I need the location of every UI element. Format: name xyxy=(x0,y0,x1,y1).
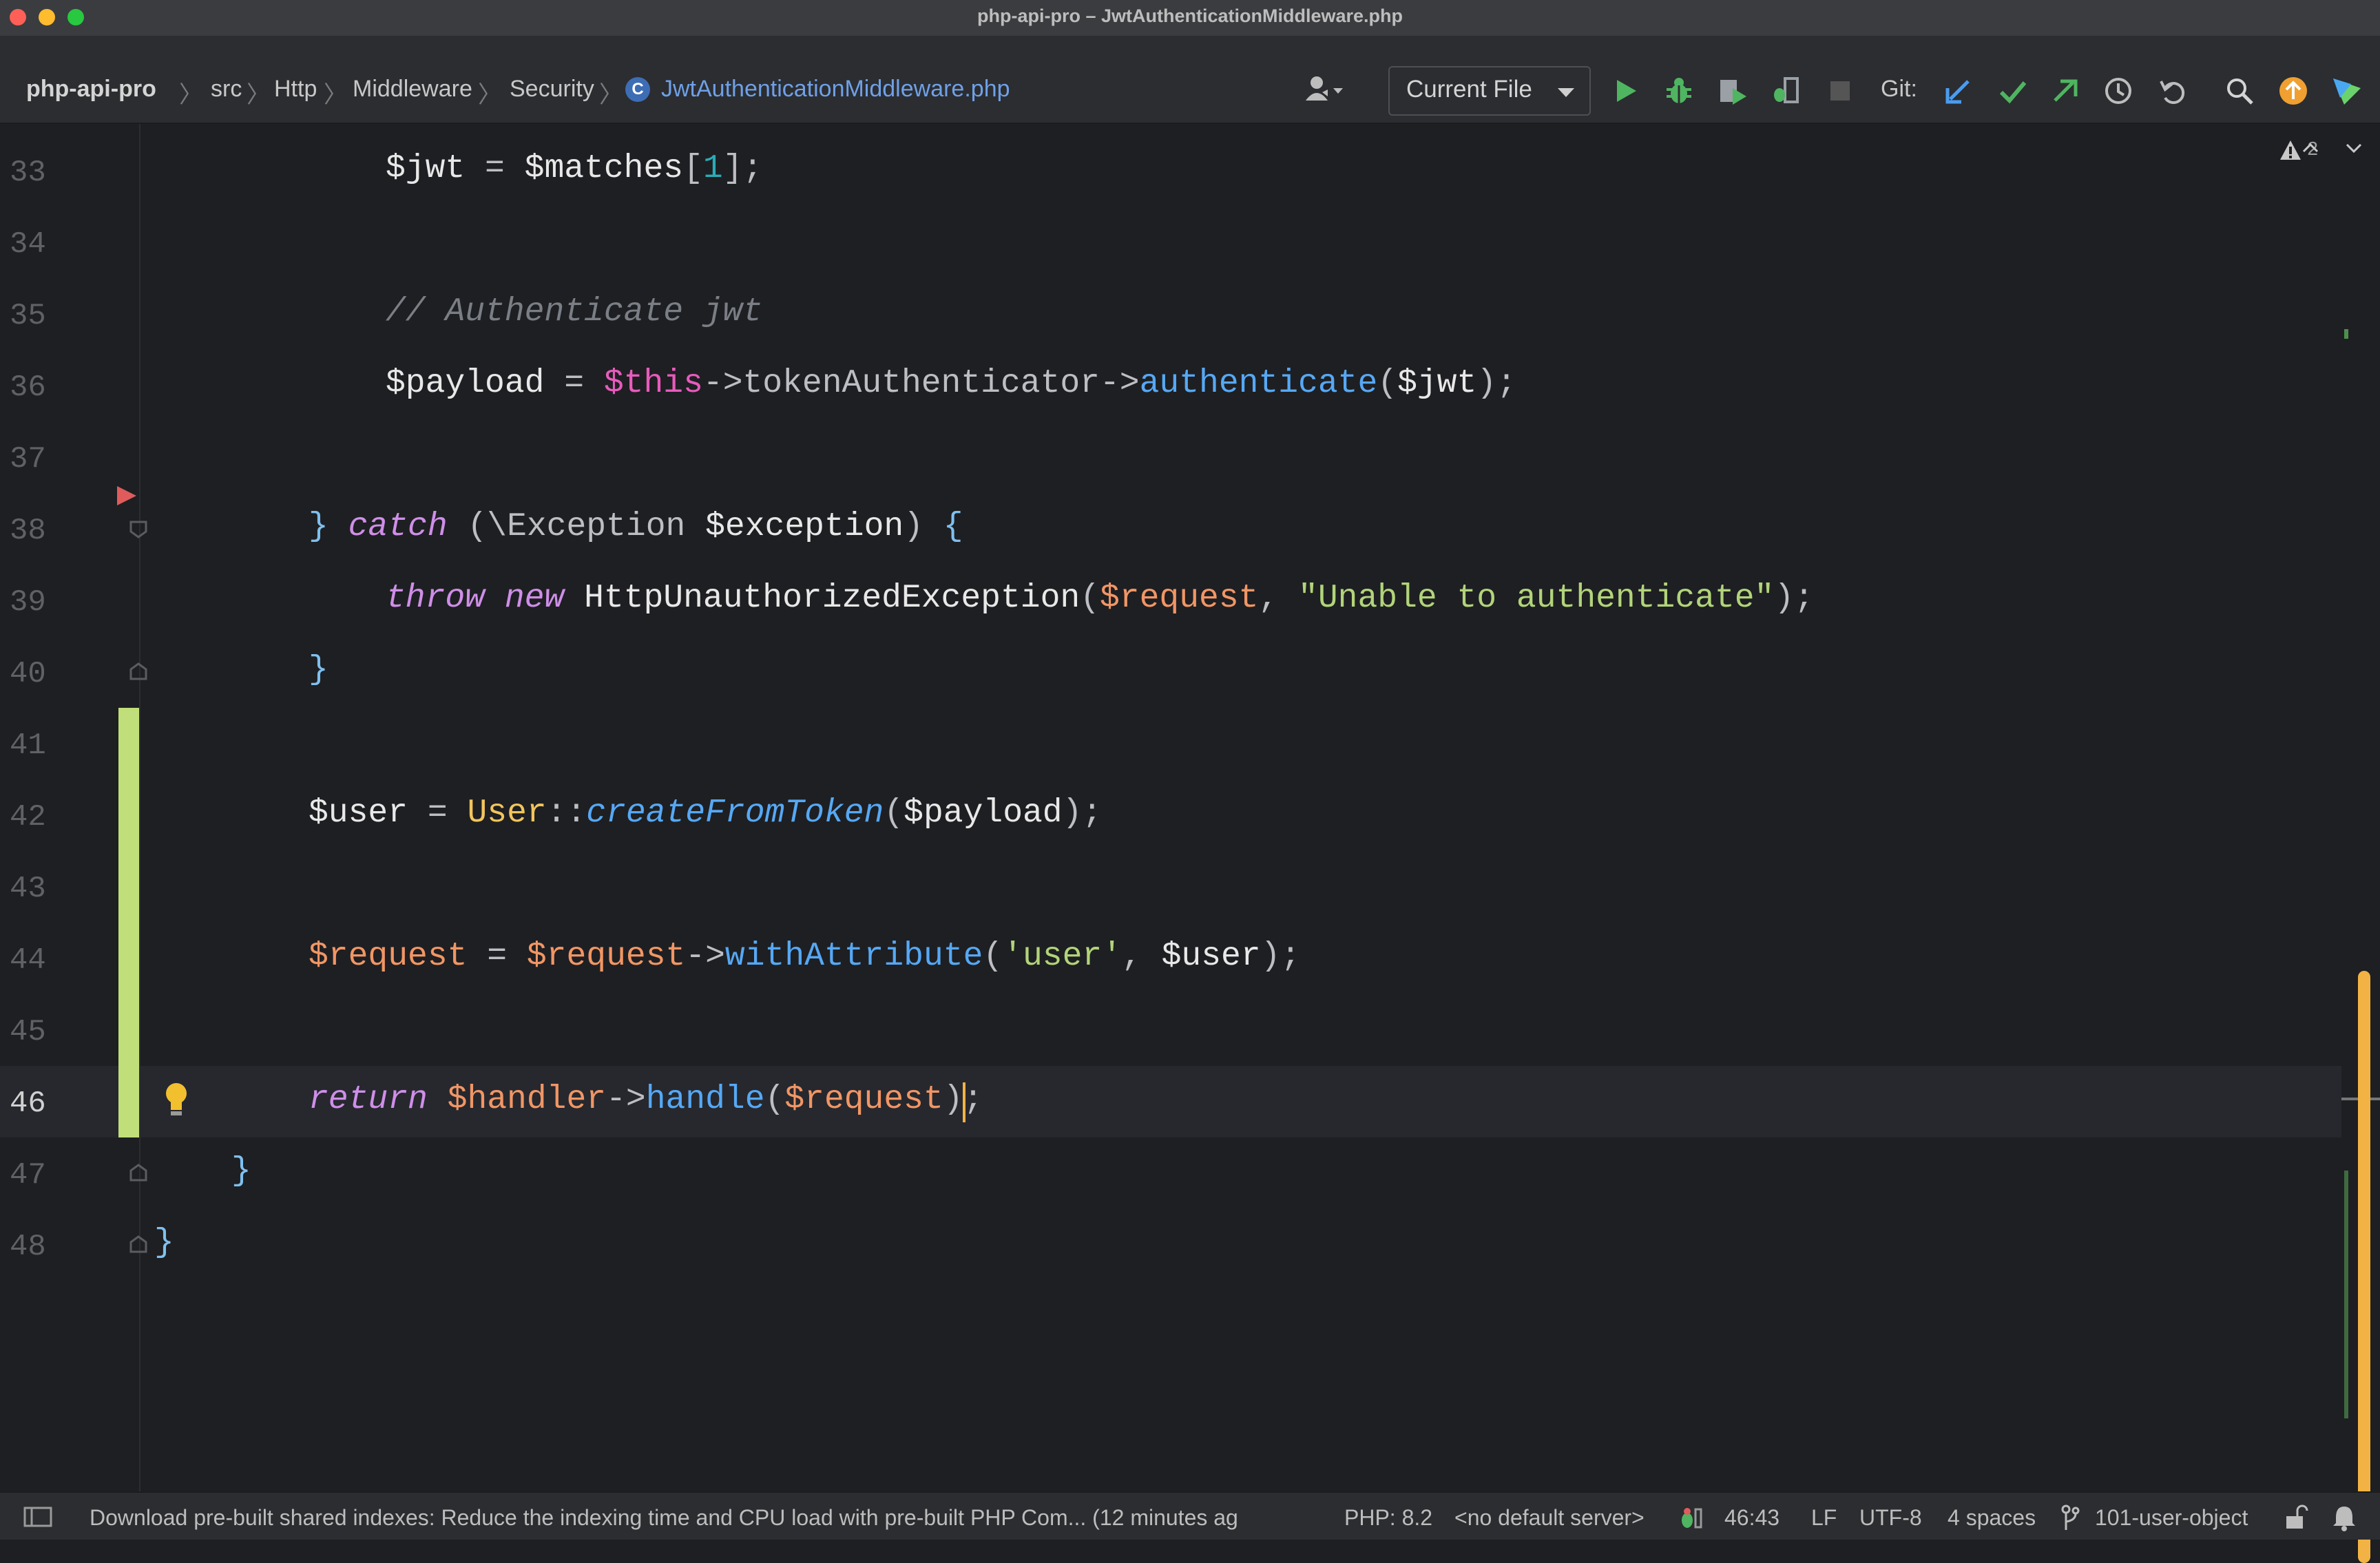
code-line-33[interactable]: $jwt = $matches[1]; xyxy=(386,150,762,187)
line-number: 35 xyxy=(10,299,46,333)
code-editor[interactable]: 33 34 35 36 37 38 39 40 41 42 43 44 45 4… xyxy=(0,124,2380,1563)
change-marker[interactable] xyxy=(2344,329,2348,339)
status-bar: Download pre-built shared indexes: Reduc… xyxy=(0,1491,2380,1540)
vertical-scrollbar[interactable] xyxy=(2358,971,2370,1563)
breadcrumb-http[interactable]: Http xyxy=(274,76,317,103)
code-line-44[interactable]: $request = $request->withAttribute('user… xyxy=(309,938,1300,975)
line-number: 41 xyxy=(10,728,46,763)
breadcrumb-separator: 〉 xyxy=(478,82,501,108)
breadcrumb-src[interactable]: src xyxy=(211,76,242,103)
fold-icon[interactable] xyxy=(128,1162,149,1183)
ide-update-icon[interactable] xyxy=(2277,74,2310,107)
status-message[interactable]: Download pre-built shared indexes: Reduc… xyxy=(90,1505,1238,1531)
line-number: 37 xyxy=(10,442,46,476)
vcs-change-marker[interactable] xyxy=(118,708,139,1137)
rollback-icon[interactable] xyxy=(2155,74,2189,107)
file-encoding[interactable]: UTF-8 xyxy=(1859,1505,1922,1531)
breadcrumb-separator: 〉 xyxy=(324,82,347,108)
line-number: 46 xyxy=(10,1087,46,1121)
caret-position[interactable]: 46:43 xyxy=(1724,1505,1779,1531)
debug-listener-icon[interactable] xyxy=(1678,1504,1705,1531)
debug-icon[interactable] xyxy=(1662,74,1695,107)
code-line-48[interactable]: } xyxy=(154,1224,174,1261)
code-line-38[interactable]: } catch (\Exception $exception) { xyxy=(309,508,963,545)
exception-breakpoint-icon[interactable] xyxy=(117,486,136,505)
fold-icon[interactable] xyxy=(128,1234,149,1255)
line-separator[interactable]: LF xyxy=(1811,1505,1837,1531)
php-version[interactable]: PHP: 8.2 xyxy=(1344,1505,1432,1531)
fold-icon[interactable] xyxy=(128,519,149,540)
git-update-icon[interactable] xyxy=(1942,74,1975,107)
tool-window-toggle-icon[interactable] xyxy=(23,1507,52,1527)
code-line-46[interactable]: return $handler->handle($request); xyxy=(309,1081,983,1118)
warning-icon xyxy=(2279,140,2301,160)
chevron-down-icon xyxy=(1558,88,1574,97)
history-clock-icon[interactable] xyxy=(2102,74,2135,107)
breadcrumb-separator: 〉 xyxy=(247,82,270,108)
line-number: 39 xyxy=(10,585,46,620)
chevron-up-icon[interactable] xyxy=(2300,138,2321,158)
jetbrains-ai-icon[interactable] xyxy=(2330,74,2363,107)
gutter-divider xyxy=(139,124,140,1491)
line-number: 36 xyxy=(10,370,46,405)
breadcrumb-separator: 〉 xyxy=(179,82,202,108)
line-number: 38 xyxy=(10,514,46,548)
line-number: 40 xyxy=(10,657,46,691)
line-number: 48 xyxy=(10,1230,46,1264)
git-push-icon[interactable] xyxy=(2048,74,2081,107)
git-branch[interactable]: 101-user-object xyxy=(2095,1505,2248,1531)
coverage-icon[interactable] xyxy=(1716,74,1749,107)
line-number: 45 xyxy=(10,1015,46,1049)
line-number: 42 xyxy=(10,800,46,835)
breadcrumb-middleware[interactable]: Middleware xyxy=(353,76,472,103)
run-configuration-label: Current File xyxy=(1406,76,1532,103)
chevron-down-icon[interactable] xyxy=(2344,138,2364,158)
line-number: 47 xyxy=(10,1158,46,1193)
code-line-42[interactable]: $user = User::createFromToken($payload); xyxy=(309,795,1102,832)
stop-icon[interactable] xyxy=(1824,74,1857,107)
breadcrumb-project[interactable]: php-api-pro xyxy=(26,76,156,103)
breadcrumb-separator: 〉 xyxy=(599,82,623,108)
window-title: php-api-pro – JwtAuthenticationMiddlewar… xyxy=(977,6,1403,26)
title-bar: php-api-pro – JwtAuthenticationMiddlewar… xyxy=(0,0,2380,36)
breadcrumb-file[interactable]: JwtAuthenticationMiddleware.php xyxy=(661,76,1010,103)
profile-icon[interactable] xyxy=(1770,74,1803,107)
run-icon[interactable] xyxy=(1609,74,1642,107)
fold-icon[interactable] xyxy=(128,661,149,682)
deployment-server[interactable]: <no default server> xyxy=(1454,1505,1645,1531)
line-number: 43 xyxy=(10,872,46,906)
code-line-39[interactable]: throw new HttpUnauthorizedException($req… xyxy=(386,580,1814,617)
code-line-47[interactable]: } xyxy=(231,1153,251,1190)
navigation-toolbar: php-api-pro 〉 src 〉 Http 〉 Middleware 〉 … xyxy=(0,36,2380,124)
notifications-bell-icon[interactable] xyxy=(2332,1504,2357,1531)
git-commit-check-icon[interactable] xyxy=(1996,74,2029,107)
code-line-36[interactable]: $payload = $this->tokenAuthenticator->au… xyxy=(386,365,1516,402)
user-icon[interactable] xyxy=(1302,73,1346,106)
run-configuration-dropdown[interactable]: Current File xyxy=(1388,66,1591,116)
php-class-icon: C xyxy=(625,77,650,102)
git-label: Git: xyxy=(1881,76,1917,102)
text-caret xyxy=(963,1082,965,1122)
line-number: 33 xyxy=(10,156,46,190)
unlock-icon[interactable] xyxy=(2284,1504,2308,1531)
change-marker[interactable] xyxy=(2344,1171,2348,1418)
breadcrumb-security[interactable]: Security xyxy=(510,76,594,103)
indent-setting[interactable]: 4 spaces xyxy=(1948,1505,2036,1531)
git-branch-icon xyxy=(2061,1504,2080,1530)
code-line-35[interactable]: // Authenticate jwt xyxy=(386,293,762,331)
search-icon[interactable] xyxy=(2223,74,2256,107)
lightbulb-icon[interactable] xyxy=(163,1081,190,1120)
line-number: 44 xyxy=(10,943,46,978)
code-line-40[interactable]: } xyxy=(309,651,328,689)
line-number: 34 xyxy=(10,227,46,262)
